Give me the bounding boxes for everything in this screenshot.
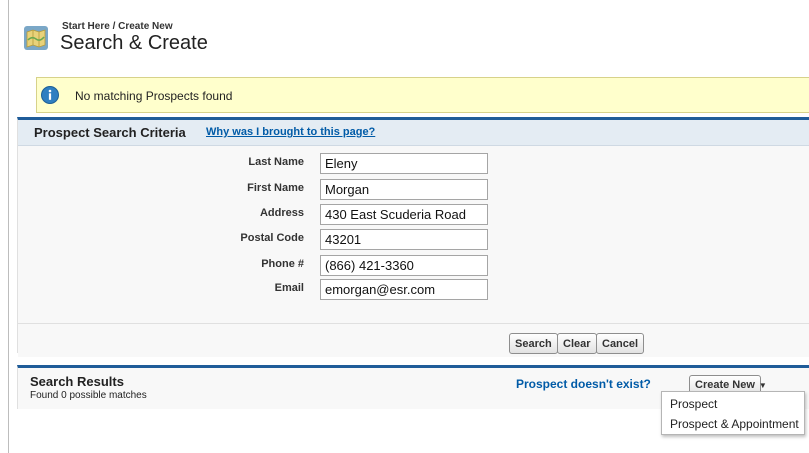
create-new-menu: Prospect Prospect & Appointment	[661, 391, 805, 435]
results-title: Search Results	[30, 374, 124, 389]
field-row-email: Email	[18, 279, 809, 301]
search-criteria-panel: Prospect Search Criteria Why was I broug…	[17, 117, 809, 357]
field-row-address: Address	[18, 204, 809, 226]
postal-code-label: Postal Code	[240, 232, 304, 244]
breadcrumb: Start Here / Create New	[62, 21, 173, 32]
help-link[interactable]: Why was I brought to this page?	[206, 126, 375, 138]
page-frame-border	[8, 0, 9, 453]
create-new-label: Create New	[695, 379, 755, 391]
postal-code-input[interactable]	[320, 229, 488, 250]
search-button[interactable]: Search	[509, 333, 558, 354]
phone-label: Phone #	[261, 258, 304, 270]
prospect-not-exist-label: Prospect doesn't exist?	[516, 377, 651, 391]
results-count: Found 0 possible matches	[30, 390, 147, 401]
email-input[interactable]	[320, 279, 488, 300]
alert-message: No matching Prospects found	[75, 89, 233, 103]
panel-header: Prospect Search Criteria Why was I broug…	[18, 120, 809, 146]
field-row-postal-code: Postal Code	[18, 229, 809, 251]
menu-item-prospect-appointment[interactable]: Prospect & Appointment	[670, 417, 799, 431]
address-input[interactable]	[320, 204, 488, 225]
menu-item-prospect[interactable]: Prospect	[670, 397, 717, 411]
clear-button[interactable]: Clear	[557, 333, 597, 354]
map-icon	[24, 26, 48, 50]
chevron-down-icon: ▼	[758, 381, 767, 390]
last-name-label: Last Name	[248, 156, 304, 168]
panel-title: Prospect Search Criteria	[34, 125, 186, 140]
page-title: Search & Create	[60, 32, 208, 54]
info-alert: No matching Prospects found	[36, 77, 809, 113]
first-name-input[interactable]	[320, 179, 488, 200]
first-name-label: First Name	[247, 182, 304, 194]
email-label: Email	[274, 282, 304, 294]
field-row-last-name: Last Name	[18, 153, 809, 175]
last-name-input[interactable]	[320, 153, 488, 174]
field-row-first-name: First Name	[18, 179, 809, 201]
phone-input[interactable]	[320, 255, 488, 276]
cancel-button[interactable]: Cancel	[596, 333, 645, 354]
field-row-phone: Phone #	[18, 255, 809, 277]
panel-footer: Search Clear Cancel	[18, 323, 809, 357]
address-label: Address	[259, 207, 304, 219]
info-icon	[41, 86, 59, 104]
